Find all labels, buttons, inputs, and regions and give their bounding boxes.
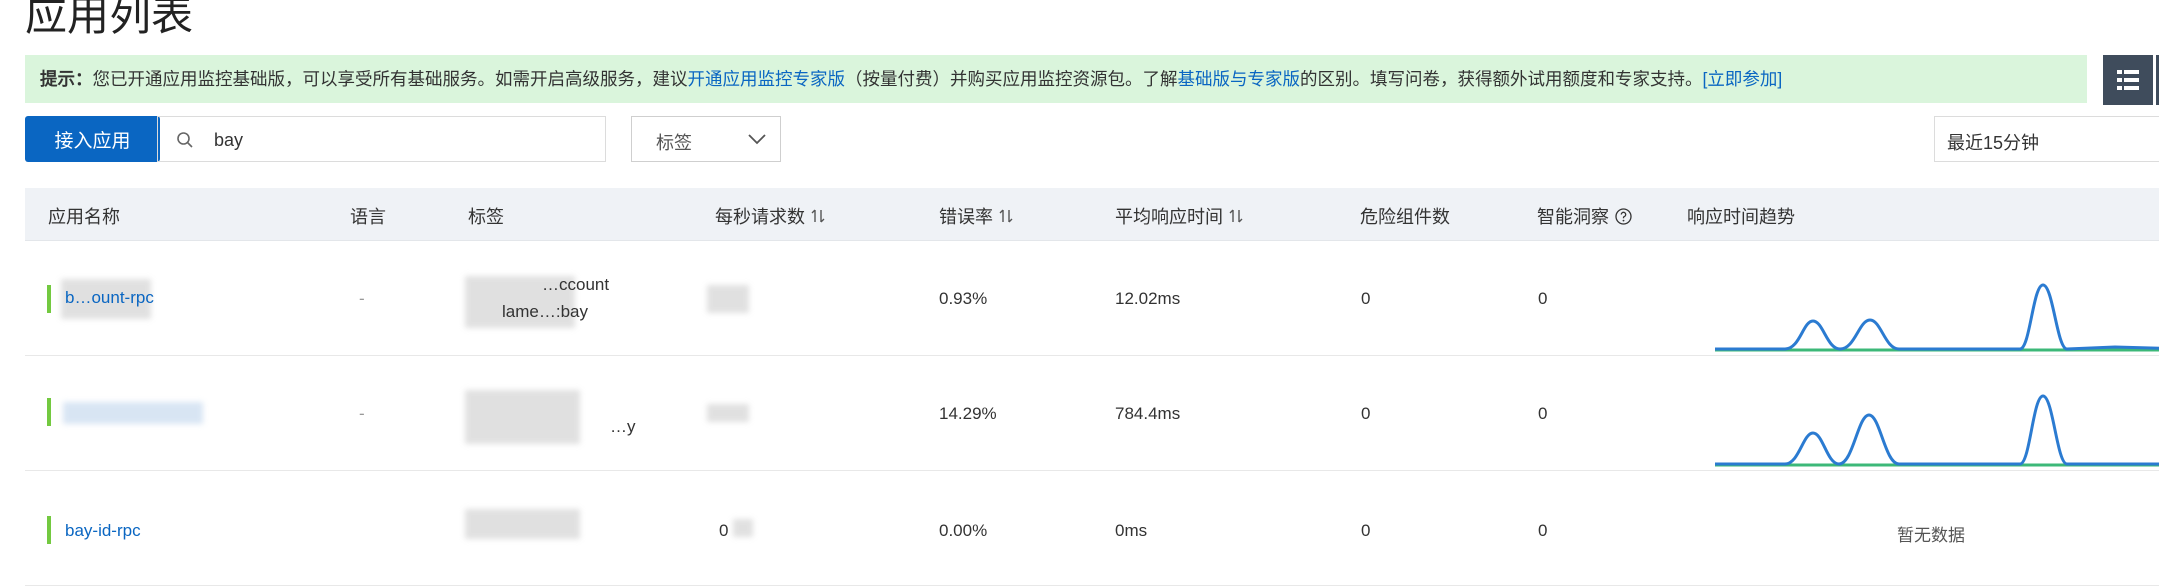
join-now-link[interactable]: [立即参加] <box>1703 69 1783 89</box>
col-header-avg-rt[interactable]: 平均响应时间 <box>1115 203 1245 229</box>
language-value: - <box>359 289 365 308</box>
list-view-button[interactable] <box>2103 55 2153 105</box>
redacted-area <box>63 402 203 424</box>
search-input[interactable] <box>212 117 596 163</box>
sort-icon[interactable] <box>1229 209 1245 223</box>
error-rate-value: 0.93% <box>939 289 988 308</box>
status-bar <box>47 398 51 426</box>
col-header-language: 语言 <box>350 207 386 227</box>
table-row: bay-id-rpc 0 0.00% 0ms 0 0 暂无数据 <box>25 471 2159 586</box>
redacted-area <box>707 404 749 422</box>
page-title: 应用列表 <box>25 0 194 39</box>
tag-value: …ccount <box>542 275 610 294</box>
response-time-sparkline <box>1715 394 2159 467</box>
col-header-risk: 危险组件数 <box>1360 207 1450 227</box>
tag-value: …y <box>610 417 636 436</box>
search-icon <box>177 132 193 148</box>
tag-select-label: 标签 <box>656 133 692 153</box>
avg-rt-value: 12.02ms <box>1115 289 1181 308</box>
add-app-button[interactable]: 接入应用 <box>25 116 160 162</box>
risk-value: 0 <box>1361 289 1371 308</box>
notice-text-2: （按量付费）并购买应用监控资源包。了解 <box>845 69 1178 89</box>
col-header-name: 应用名称 <box>48 207 120 227</box>
risk-value: 0 <box>1361 521 1371 540</box>
edition-compare-link[interactable]: 基础版与专家版 <box>1178 69 1301 89</box>
col-header-tags: 标签 <box>468 207 504 227</box>
col-header-rps[interactable]: 每秒请求数 <box>715 203 827 229</box>
language-value: - <box>359 404 365 423</box>
table-row: b…ount-rpc - …ccount lame…:bay 0.93% 12.… <box>25 241 2159 356</box>
time-range-select[interactable]: 最近15分钟 <box>1934 116 2159 162</box>
question-circle-icon[interactable] <box>1615 207 1632 225</box>
notice-banner: 提示：您已开通应用监控基础版，可以享受所有基础服务。如需开启高级服务，建议开通应… <box>25 55 2087 103</box>
notice-text-1: 您已开通应用监控基础版，可以享受所有基础服务。如需开启高级服务，建议 <box>92 69 688 89</box>
error-rate-value: 14.29% <box>939 404 997 423</box>
risk-value: 0 <box>1361 404 1371 423</box>
expert-edition-link[interactable]: 开通应用监控专家版 <box>688 69 846 89</box>
list-icon <box>2117 70 2139 90</box>
insight-value: 0 <box>1538 521 1548 540</box>
notice-text-3: 的区别。填写问卷，获得额外试用额度和专家支持。 <box>1300 69 1703 89</box>
notice-prefix: 提示： <box>40 69 93 89</box>
avg-rt-value: 784.4ms <box>1115 404 1181 423</box>
tag-select[interactable]: 标签 <box>631 116 781 162</box>
sort-icon[interactable] <box>811 209 827 223</box>
avg-rt-value: 0ms <box>1115 521 1148 540</box>
search-box <box>157 116 606 163</box>
table-header: 应用名称 语言 标签 每秒请求数 错误率 平均响应时间 危险组件数 智能洞察 响… <box>25 188 2159 241</box>
redacted-area <box>465 390 580 444</box>
response-time-sparkline <box>1715 283 2159 352</box>
col-header-trend: 响应时间趋势 <box>1687 207 1795 227</box>
insight-value: 0 <box>1538 404 1548 423</box>
app-name-link[interactable]: bay-id-rpc <box>65 521 141 541</box>
insight-value: 0 <box>1538 289 1548 308</box>
redacted-area <box>465 509 580 539</box>
app-name-link[interactable]: b…ount-rpc <box>65 288 154 308</box>
rps-value: 0 <box>719 521 729 540</box>
col-header-error-rate[interactable]: 错误率 <box>939 203 1015 229</box>
tag-value: lame…:bay <box>502 302 588 321</box>
redacted-area <box>733 519 753 537</box>
no-data-text: 暂无数据 <box>1897 526 1965 545</box>
status-bar <box>47 285 51 313</box>
col-header-insight: 智能洞察 <box>1537 203 1632 229</box>
redacted-area <box>707 285 749 313</box>
sort-icon[interactable] <box>999 209 1015 223</box>
time-range-label: 最近15分钟 <box>1947 133 2040 153</box>
chevron-down-icon <box>748 134 766 145</box>
status-bar <box>47 516 51 544</box>
table-row: - …y 14.29% 784.4ms 0 0 <box>25 356 2159 471</box>
error-rate-value: 0.00% <box>939 521 988 540</box>
